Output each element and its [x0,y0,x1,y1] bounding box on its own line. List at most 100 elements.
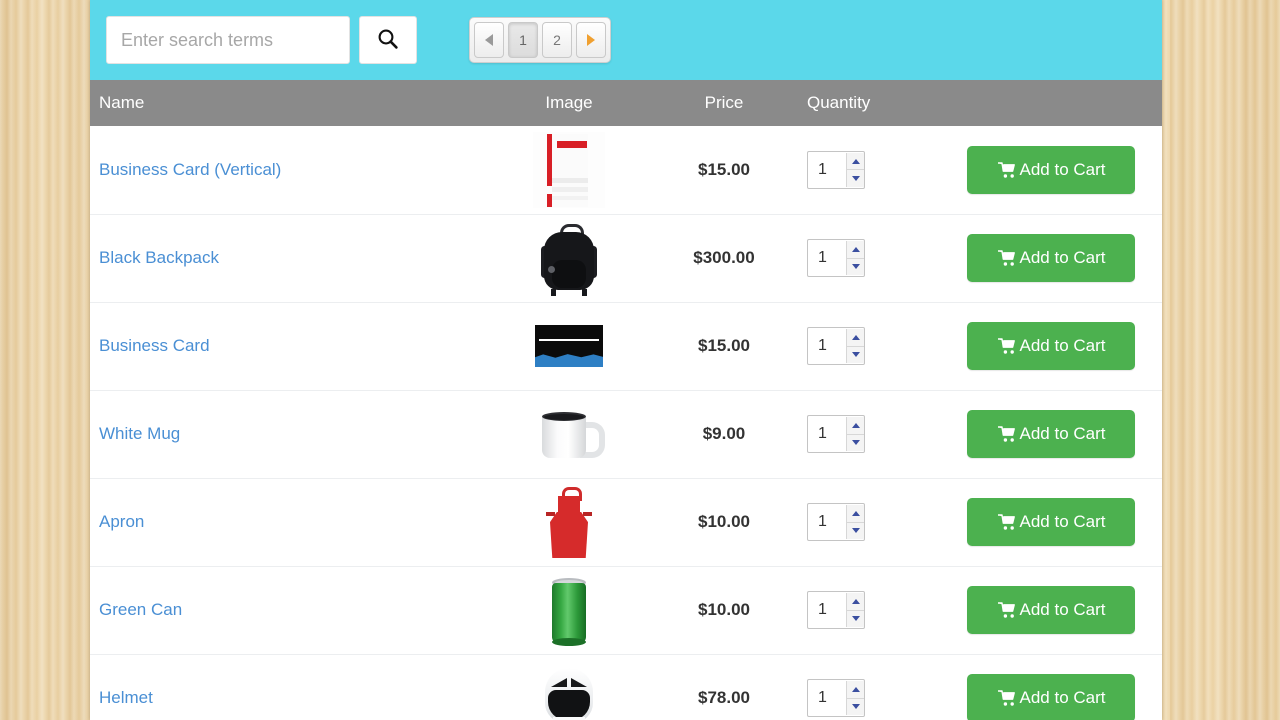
quantity-cell: 1 [794,679,967,717]
product-link[interactable]: Green Can [90,600,182,620]
product-link[interactable]: White Mug [90,424,180,444]
shopping-cart-icon [997,249,1018,267]
caret-up-icon [851,598,860,604]
search-group [106,16,417,64]
table-row: Helmet $78.00 1 Add to Cart [90,654,1162,720]
quantity-spinner[interactable] [846,241,864,275]
caret-up-icon [851,158,860,164]
quantity-stepper[interactable]: 1 [807,591,865,629]
table-body: Business Card (Vertical) $15.00 1 Add to… [90,126,1162,720]
product-table: Name Image Price Quantity Business Card … [90,80,1162,720]
quantity-cell: 1 [794,327,967,365]
helmet-thumbnail [533,660,605,720]
quantity-spinner[interactable] [846,593,864,627]
quantity-decrement-button[interactable] [847,610,864,627]
column-header-name: Name [90,80,484,126]
business-card-thumbnail [533,308,605,384]
product-price: $10.00 [698,512,750,531]
quantity-spinner[interactable] [846,417,864,451]
white-mug-thumbnail [533,396,605,472]
add-to-cart-label: Add to Cart [1019,159,1106,179]
caret-down-icon [851,264,860,270]
black-backpack-thumbnail [533,220,605,296]
quantity-increment-button[interactable] [847,241,864,259]
product-price: $15.00 [698,159,750,179]
caret-down-icon [851,352,860,358]
product-link[interactable]: Business Card [90,336,210,356]
quantity-decrement-button[interactable] [847,170,864,187]
quantity-increment-button[interactable] [847,417,864,435]
add-to-cart-button[interactable]: Add to Cart [967,322,1135,370]
pagination-next-button[interactable] [576,22,606,58]
quantity-stepper[interactable]: 1 [807,150,865,189]
quantity-spinner[interactable] [846,152,864,187]
column-header-price: Price [654,80,794,126]
business-card-vertical-thumbnail [533,131,605,208]
product-price: $9.00 [702,424,746,443]
product-link[interactable]: Business Card (Vertical) [90,160,281,180]
quantity-value[interactable]: 1 [808,425,846,443]
store-panel: 1 2 Name Image Price Quantity [90,0,1162,720]
product-link[interactable]: Black Backpack [90,248,219,268]
quantity-stepper[interactable]: 1 [807,239,865,277]
table-row: Apron $10.00 1 Add to Cart [90,478,1162,566]
add-to-cart-label: Add to Cart [1019,600,1106,619]
table-row: Business Card (Vertical) $15.00 1 Add to… [90,126,1162,214]
quantity-decrement-button[interactable] [847,346,864,363]
quantity-cell: 1 [794,503,967,541]
quantity-increment-button[interactable] [847,152,864,171]
table-header-row: Name Image Price Quantity [90,80,1162,126]
product-price: $10.00 [698,600,750,619]
product-link[interactable]: Helmet [90,688,153,708]
add-to-cart-button[interactable]: Add to Cart [967,145,1135,194]
shopping-cart-icon [997,689,1018,707]
caret-down-icon [851,704,860,710]
quantity-spinner[interactable] [846,329,864,363]
quantity-increment-button[interactable] [847,505,864,523]
shopping-cart-icon [997,425,1018,443]
table-head: Name Image Price Quantity [90,80,1162,126]
quantity-decrement-button[interactable] [847,698,864,715]
quantity-spinner[interactable] [846,505,864,539]
quantity-stepper[interactable]: 1 [807,503,865,541]
quantity-decrement-button[interactable] [847,434,864,451]
quantity-increment-button[interactable] [847,593,864,611]
quantity-value[interactable]: 1 [808,601,846,619]
quantity-value[interactable]: 1 [808,513,846,531]
add-to-cart-button[interactable]: Add to Cart [967,234,1135,282]
quantity-stepper[interactable]: 1 [807,679,865,717]
quantity-increment-button[interactable] [847,681,864,699]
quantity-value[interactable]: 1 [808,161,846,179]
quantity-value[interactable]: 1 [808,689,846,707]
pagination-prev-button[interactable] [474,22,504,58]
add-to-cart-button[interactable]: Add to Cart [967,410,1135,458]
quantity-decrement-button[interactable] [847,522,864,539]
add-to-cart-label: Add to Cart [1019,336,1106,355]
caret-up-icon [851,334,860,340]
caret-down-icon [851,528,860,534]
quantity-value[interactable]: 1 [808,337,846,355]
green-can-thumbnail [533,572,605,648]
shopping-cart-icon [997,337,1018,355]
quantity-decrement-button[interactable] [847,258,864,275]
quantity-value[interactable]: 1 [808,249,846,267]
add-to-cart-label: Add to Cart [1019,424,1106,443]
shopping-cart-icon [997,513,1018,531]
add-to-cart-button[interactable]: Add to Cart [967,674,1135,720]
add-to-cart-button[interactable]: Add to Cart [967,586,1135,634]
quantity-increment-button[interactable] [847,329,864,347]
product-link[interactable]: Apron [90,512,144,532]
column-header-quantity: Quantity [794,80,967,126]
quantity-stepper[interactable]: 1 [807,415,865,453]
pagination-page-1[interactable]: 1 [508,22,538,58]
pagination-page-2[interactable]: 2 [542,22,572,58]
search-button[interactable] [359,16,417,64]
quantity-stepper[interactable]: 1 [807,327,865,365]
quantity-spinner[interactable] [846,681,864,715]
apron-thumbnail [533,484,605,560]
search-input[interactable] [106,16,350,64]
product-price: $15.00 [698,336,750,355]
page-background: 1 2 Name Image Price Quantity [0,0,1280,720]
add-to-cart-button[interactable]: Add to Cart [967,498,1135,546]
quantity-cell: 1 [794,239,967,277]
